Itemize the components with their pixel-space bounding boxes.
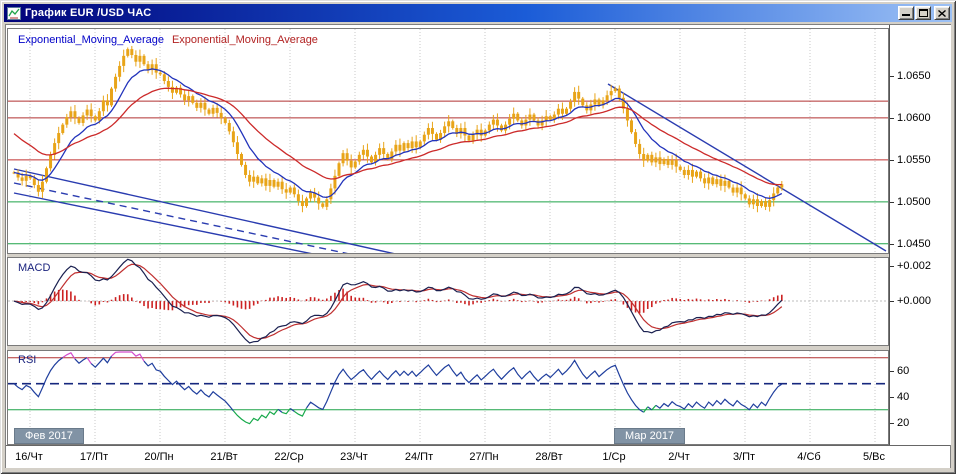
x-axis-label: 24/Пт [405, 451, 433, 463]
x-axis: 16/Чт 17/Пт 20/Пн 21/Вт 22/Ср 23/Чт 24/Пт 27/Пн… [6, 445, 950, 468]
y-axis-label: +0.002 [897, 260, 931, 272]
macd-chart[interactable] [8, 258, 888, 345]
axis-tick [890, 76, 894, 77]
x-axis-label: 22/Ср [274, 451, 303, 463]
maximize-icon [919, 9, 928, 17]
minimize-button[interactable] [898, 6, 914, 20]
app-chart-icon[interactable] [7, 7, 21, 20]
chart-area: Exponential_Moving_Average Exponential_Mo… [5, 24, 951, 468]
minimize-icon [902, 14, 910, 16]
y-axis-label: 1.0500 [897, 196, 931, 208]
y-axis-label: 20 [897, 417, 909, 429]
y-axis: 1.0650 1.0600 1.0550 1.0500 1.0450 +0.002 +0.0… [889, 25, 951, 445]
titlebar[interactable]: График EUR /USD ЧАС [4, 4, 952, 22]
y-axis-label: 60 [897, 365, 909, 377]
price-indicator-labels: Exponential_Moving_Average Exponential_Mo… [18, 34, 318, 46]
rsi-chart[interactable] [8, 351, 888, 444]
axis-tick [890, 301, 894, 302]
x-axis-label: 5/Вс [863, 451, 885, 463]
price-chart[interactable] [8, 29, 888, 253]
x-axis-label: 21/Вт [210, 451, 237, 463]
x-axis-label: 28/Вт [535, 451, 562, 463]
x-axis-label: 16/Чт [15, 451, 43, 463]
window-title: График EUR /USD ЧАС [25, 7, 897, 19]
month-badge-feb: Фев 2017 [14, 428, 84, 444]
application-window: График EUR /USD ЧАС Exponential_Moving_A… [0, 0, 956, 474]
axis-tick [890, 118, 894, 119]
y-axis-label: 1.0650 [897, 70, 931, 82]
maximize-button[interactable] [915, 6, 931, 20]
axis-tick [890, 160, 894, 161]
y-axis-label: +0.000 [897, 295, 931, 307]
x-axis-label: 27/Пн [469, 451, 498, 463]
axis-tick [890, 202, 894, 203]
axis-tick [890, 266, 894, 267]
rsi-panel[interactable]: RSI [7, 350, 889, 445]
x-axis-label: 20/Пн [144, 451, 173, 463]
x-axis-label: 1/Ср [602, 451, 625, 463]
price-panel[interactable]: Exponential_Moving_Average Exponential_Mo… [7, 28, 889, 254]
y-axis-label: 1.0550 [897, 154, 931, 166]
macd-label: MACD [18, 262, 50, 274]
axis-tick [890, 397, 894, 398]
close-icon [938, 10, 946, 17]
x-axis-label: 3/Пт [733, 451, 755, 463]
axis-tick [890, 371, 894, 372]
month-badge-mar: Мар 2017 [614, 428, 685, 444]
x-axis-label: 4/Сб [797, 451, 820, 463]
y-axis-label: 40 [897, 391, 909, 403]
close-button[interactable] [934, 6, 950, 20]
rsi-label: RSI [18, 354, 36, 366]
axis-tick [890, 244, 894, 245]
ema-label-slow: Exponential_Moving_Average [172, 34, 318, 46]
x-axis-label: 17/Пт [80, 451, 108, 463]
ema-label-fast: Exponential_Moving_Average [18, 34, 164, 46]
x-axis-label: 23/Чт [340, 451, 368, 463]
x-axis-label: 2/Чт [668, 451, 690, 463]
axis-tick [890, 423, 894, 424]
y-axis-label: 1.0600 [897, 112, 931, 124]
macd-panel[interactable]: MACD [7, 257, 889, 346]
y-axis-label: 1.0450 [897, 238, 931, 250]
